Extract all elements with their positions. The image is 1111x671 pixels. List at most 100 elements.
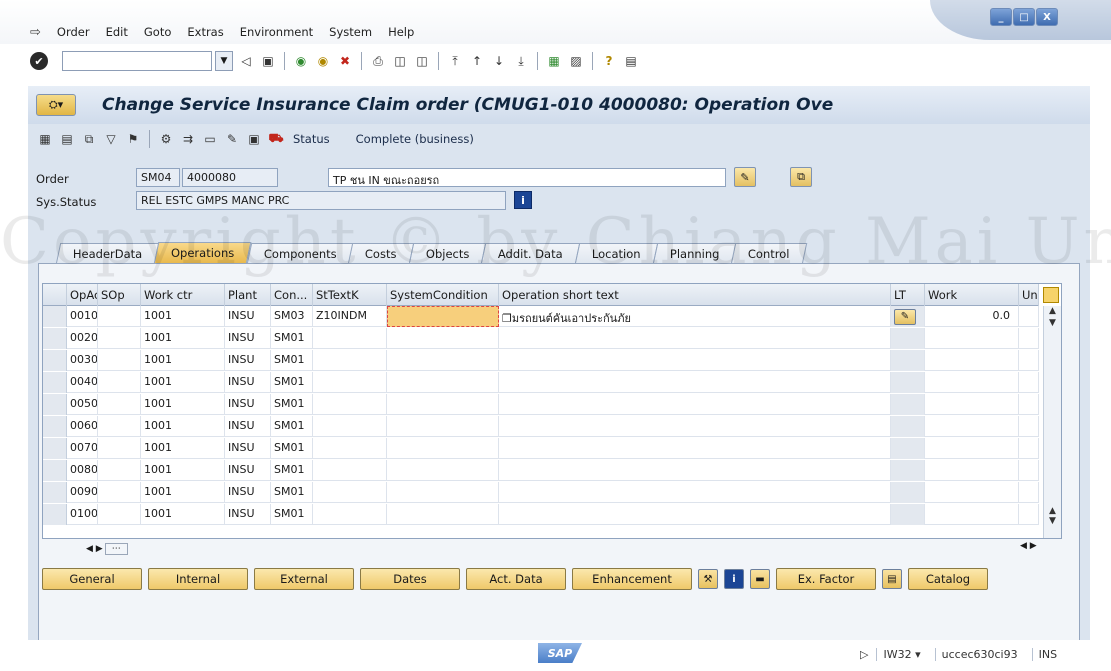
cell-plant[interactable]: INSU [225,504,271,525]
cell-sttextk[interactable] [313,482,387,503]
title-menu-button[interactable]: ⛭▾ [36,94,76,116]
cell-con[interactable]: SM01 [271,504,313,525]
row-selector[interactable] [43,416,67,437]
cell-con[interactable]: SM01 [271,372,313,393]
first-page-icon[interactable]: ⤒ [446,52,464,70]
col-opac[interactable]: OpAc [67,284,98,306]
cell-work_ctr[interactable]: 1001 [141,460,225,481]
cell-work_ctr[interactable]: 1001 [141,372,225,393]
cell-sop[interactable] [98,438,141,459]
cell-syscond[interactable] [387,504,499,525]
cell-lt[interactable] [891,372,925,393]
layout-menu-icon[interactable]: ▤ [622,52,640,70]
vertical-scrollbar[interactable]: ▲ ▼ ▲ ▼ [1043,306,1061,538]
shortcut-icon[interactable]: ▨ [567,52,585,70]
cell-plant[interactable]: INSU [225,438,271,459]
cell-sttextk[interactable] [313,394,387,415]
order-description-field[interactable]: TP ชน IN ขณะถอยรถ [328,168,726,187]
document-icon[interactable]: ▭ [201,130,219,148]
command-field[interactable] [62,51,212,71]
complete-business-button[interactable]: Complete (business) [356,132,474,146]
status-expand-icon[interactable]: ▷ [860,648,868,661]
cell-un[interactable] [1019,372,1039,393]
cell-text[interactable] [499,438,891,459]
enhancement-button[interactable]: Enhancement [572,568,692,590]
cell-work_ctr[interactable]: 1001 [141,416,225,437]
cell-opac[interactable]: 0010 [67,306,98,327]
input-mode[interactable]: INS [1031,647,1063,661]
menu-edit[interactable]: Edit [106,25,128,39]
cell-un[interactable] [1019,460,1039,481]
cell-lt[interactable] [891,504,925,525]
cell-opac[interactable]: 0100 [67,504,98,525]
cell-plant[interactable]: INSU [225,306,271,327]
col-sop[interactable]: SOp [98,284,141,306]
ex-factor-button[interactable]: Ex. Factor [776,568,876,590]
table-settings-icon[interactable] [1043,287,1059,303]
col-lt[interactable]: LT [891,284,925,306]
cell-un[interactable] [1019,394,1039,415]
cell-lt[interactable] [891,482,925,503]
cell-con[interactable]: SM03 [271,306,313,327]
table-row[interactable]: 0050 1001 INSU SM01 [43,394,1039,415]
col-work[interactable]: Work [925,284,1019,306]
cell-text[interactable] [499,482,891,503]
tab-components[interactable]: Components [246,243,354,264]
tab-control[interactable]: Control [731,243,808,264]
menu-order[interactable]: Order [57,25,90,39]
save-icon[interactable]: ▣ [259,52,277,70]
row-selector[interactable] [43,460,67,481]
hierarchy-icon[interactable]: ⧉ [80,130,98,148]
cell-opac[interactable]: 0030 [67,350,98,371]
cell-lt[interactable] [891,394,925,415]
cell-sttextk[interactable] [313,438,387,459]
last-page-icon[interactable]: ⤓ [512,52,530,70]
col-plant[interactable]: Plant [225,284,271,306]
tab-costs[interactable]: Costs [348,243,415,264]
row-selector[interactable] [43,438,67,459]
cell-lt[interactable]: ✎ [891,306,925,327]
cell-lt[interactable] [891,438,925,459]
table-row[interactable]: 0090 1001 INSU SM01 [43,482,1039,503]
cell-un[interactable] [1019,350,1039,371]
hierarchy-tool-icon[interactable]: ⚒ [698,569,718,589]
cell-work[interactable] [925,394,1019,415]
cell-sop[interactable] [98,504,141,525]
act-data-button[interactable]: Act. Data [466,568,566,590]
find-icon[interactable]: ◫ [391,52,409,70]
cell-work[interactable] [925,482,1019,503]
tab-addit-data[interactable]: Addit. Data [481,243,581,264]
cell-con[interactable]: SM01 [271,394,313,415]
cell-un[interactable] [1019,306,1039,327]
cell-sop[interactable] [98,306,141,327]
find-next-icon[interactable]: ◫ [413,52,431,70]
cell-text[interactable]: ❐มรถยนต์คันเอาประกันภัย [499,306,891,327]
cell-work_ctr[interactable]: 1001 [141,482,225,503]
cell-work[interactable] [925,438,1019,459]
row-selector[interactable] [43,350,67,371]
cell-sop[interactable] [98,394,141,415]
cell-con[interactable]: SM01 [271,416,313,437]
cell-plant[interactable]: INSU [225,482,271,503]
cell-text[interactable] [499,394,891,415]
cell-work[interactable]: 0.0 [925,306,1019,327]
cell-opac[interactable]: 0080 [67,460,98,481]
cell-syscond[interactable] [387,306,499,327]
cell-syscond[interactable] [387,416,499,437]
tab-headerdata[interactable]: HeaderData [55,243,160,264]
row-selector[interactable] [43,482,67,503]
table-row[interactable]: 0040 1001 INSU SM01 [43,372,1039,393]
cell-sttextk[interactable] [313,460,387,481]
calendar-icon[interactable]: ▤ [58,130,76,148]
cell-opac[interactable]: 0040 [67,372,98,393]
menu-exit-icon[interactable]: ⇨ [30,25,41,40]
cell-sop[interactable] [98,350,141,371]
cell-work_ctr[interactable]: 1001 [141,350,225,371]
internal-button[interactable]: Internal [148,568,248,590]
cell-syscond[interactable] [387,328,499,349]
row-selector[interactable] [43,504,67,525]
close-button[interactable]: X [1036,8,1058,26]
cell-un[interactable] [1019,416,1039,437]
cell-syscond[interactable] [387,350,499,371]
flag-icon[interactable]: ⚑ [124,130,142,148]
